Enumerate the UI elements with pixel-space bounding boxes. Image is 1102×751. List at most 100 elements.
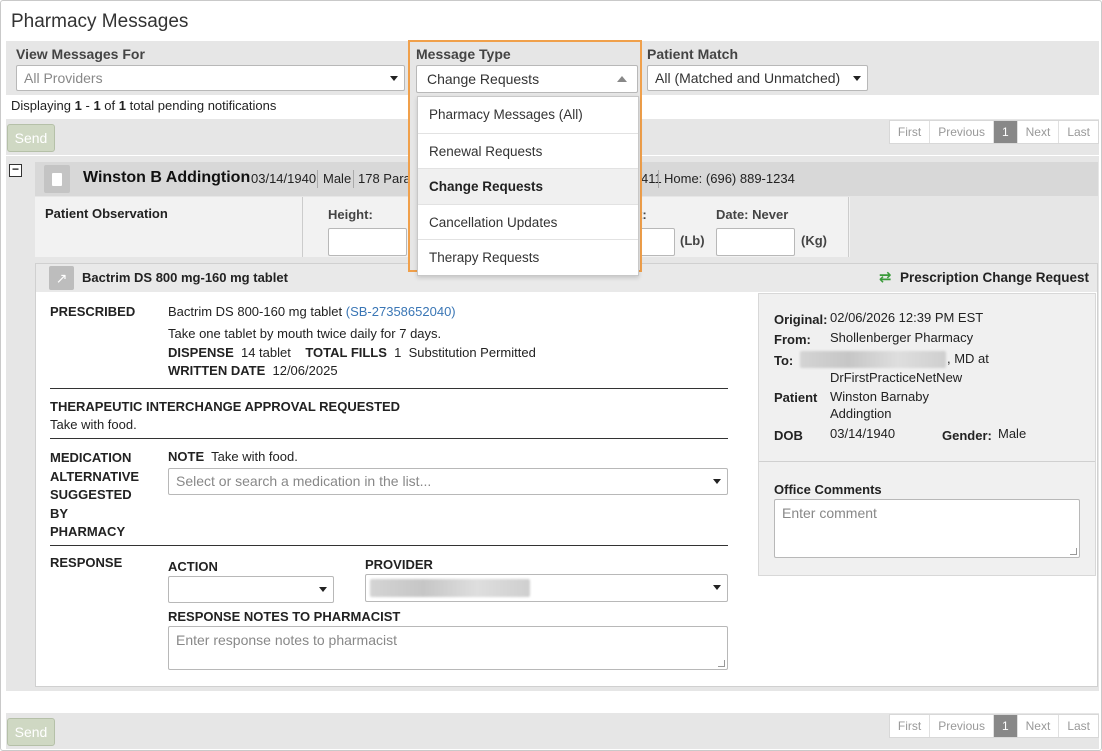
option-cancellation-updates[interactable]: Cancellation Updates — [418, 203, 638, 240]
observation-title: Patient Observation — [45, 206, 168, 221]
prescribed-drug: Bactrim DS 800-160 mg tablet — [168, 304, 343, 319]
kg-unit: (Kg) — [801, 233, 827, 248]
alt-label-line: SUGGESTED — [50, 487, 132, 502]
clipboard-icon — [44, 165, 70, 193]
app-window: Pharmacy Messages View Messages For All … — [0, 0, 1102, 751]
lb-unit: (Lb) — [680, 233, 705, 248]
pager-previous[interactable]: Previous — [929, 715, 993, 737]
from-value: Shollenberger Pharmacy — [830, 330, 974, 345]
divider — [50, 438, 728, 439]
resize-handle[interactable] — [718, 660, 725, 667]
written-line: WRITTEN DATE 12/06/2025 — [168, 363, 338, 378]
fills-label: TOTAL FILLS — [305, 345, 387, 360]
pager-last[interactable]: Last — [1058, 715, 1098, 737]
response-notes-textarea[interactable]: Enter response notes to pharmacist — [168, 626, 728, 670]
patient-label: Patient — [774, 390, 818, 405]
patient-dob: 03/14/1940 — [251, 171, 317, 186]
written-label: WRITTEN DATE — [168, 363, 266, 378]
chevron-down-icon — [390, 76, 398, 81]
patient-match-select[interactable]: All (Matched and Unmatched) — [647, 65, 868, 91]
prescribed-drug-line: Bactrim DS 800-160 mg tablet (SB-2735865… — [168, 304, 456, 319]
chevron-down-icon — [319, 587, 327, 592]
prescribed-label: PRESCRIBED — [50, 304, 136, 319]
option-renewal-requests[interactable]: Renewal Requests — [418, 132, 638, 169]
pager-next[interactable]: Next — [1016, 121, 1059, 143]
page-title: Pharmacy Messages — [11, 11, 189, 32]
pager-first[interactable]: First — [890, 715, 929, 737]
medication-search-select[interactable]: Select or search a medication in the lis… — [168, 468, 728, 495]
divider — [50, 388, 728, 389]
rx-title: Bactrim DS 800 mg-160 mg tablet — [82, 270, 288, 285]
comments-label: Office Comments — [774, 482, 882, 497]
interchange-note: Take with food. — [50, 417, 137, 432]
redacted-provider — [370, 579, 530, 597]
alt-label-line: PHARMACY — [50, 524, 126, 539]
note-value: Take with food. — [211, 449, 298, 464]
fills-value: 1 — [394, 345, 402, 360]
note-line: NOTE Take with food. — [168, 449, 298, 464]
chevron-down-icon — [853, 76, 861, 81]
alt-label: MEDICATION ALTERNATIVE SUGGESTED BY PHAR… — [50, 449, 139, 542]
patient-sex: Male — [323, 171, 352, 186]
resize-handle[interactable] — [1070, 548, 1077, 555]
action-label: ACTION — [168, 559, 218, 574]
pager-last[interactable]: Last — [1058, 121, 1098, 143]
send-button[interactable]: Send — [7, 718, 55, 746]
dob-label: DOB — [774, 428, 803, 443]
action-select[interactable] — [168, 576, 334, 603]
chevron-down-icon — [713, 585, 721, 590]
note-label: NOTE — [168, 449, 205, 464]
display-prefix: Displaying — [11, 98, 71, 113]
height-label: Height: — [328, 207, 373, 222]
substitution: Substitution Permitted — [408, 345, 536, 360]
pager-previous[interactable]: Previous — [929, 121, 993, 143]
medication-search-placeholder: Select or search a medication in the lis… — [176, 473, 432, 489]
display-from: 1 — [74, 98, 82, 113]
pager-top: First Previous 1 Next Last — [888, 120, 1099, 144]
view-for-select[interactable]: All Providers — [16, 65, 405, 91]
expand-icon[interactable]: ↗ — [49, 266, 74, 290]
pager-next[interactable]: Next — [1016, 715, 1059, 737]
interchange-label: THERAPEUTIC INTERCHANGE APPROVAL REQUEST… — [50, 399, 401, 414]
date-label: Date: Never — [716, 207, 789, 222]
message-type-label: Message Type — [416, 46, 511, 62]
alt-label-line: ALTERNATIVE — [50, 468, 140, 484]
patient-home-phone: Home: (696) 889-1234 — [664, 171, 795, 186]
option-therapy-requests[interactable]: Therapy Requests — [418, 239, 638, 275]
pager-first[interactable]: First — [890, 121, 929, 143]
option-pharmacy-messages-all[interactable]: Pharmacy Messages (All) — [418, 97, 638, 133]
to-suffix: , MD at — [947, 351, 989, 366]
send-button[interactable]: Send — [7, 124, 55, 152]
pager-page-1[interactable]: 1 — [992, 121, 1017, 143]
divider — [759, 461, 1095, 462]
view-for-value: All Providers — [24, 70, 103, 86]
response-notes-placeholder: Enter response notes to pharmacist — [176, 632, 398, 648]
collapse-icon[interactable]: − — [9, 163, 22, 177]
height-input[interactable] — [328, 228, 407, 256]
dispense-value: 14 tablet — [240, 345, 291, 360]
drug-code-link[interactable]: (SB-27358652040) — [346, 304, 456, 319]
redacted-recipient — [800, 351, 946, 368]
dispense-line: DISPENSE 14 tablet TOTAL FILLS 1 Substit… — [168, 345, 536, 360]
patient-name[interactable]: Winston B Addingtion — [83, 169, 250, 187]
alt-label-line: MEDICATION — [50, 450, 132, 465]
option-change-requests[interactable]: Change Requests — [418, 168, 638, 204]
message-type-dropdown: Message Type Change Requests Pharmacy Me… — [408, 40, 642, 276]
pager-page-1[interactable]: 1 — [992, 715, 1017, 737]
kg-input[interactable] — [716, 228, 795, 256]
message-type-select[interactable]: Change Requests — [416, 65, 638, 93]
provider-select[interactable] — [365, 574, 728, 602]
rx-request-type: Prescription Change Request — [900, 270, 1090, 285]
office-comments-placeholder: Enter comment — [782, 505, 877, 521]
patient-match-label: Patient Match — [647, 46, 739, 62]
patient-value-2: Addingtion — [830, 406, 892, 421]
alt-label-line: BY — [50, 505, 69, 521]
message-type-value: Change Requests — [427, 71, 540, 87]
sig: Take one tablet by mouth twice daily for… — [168, 326, 442, 341]
gender-label: Gender: — [942, 428, 992, 443]
dob-value: 03/14/1940 — [830, 426, 896, 441]
pager-bottom: First Previous 1 Next Last — [888, 714, 1099, 738]
office-comments-textarea[interactable]: Enter comment — [774, 499, 1080, 558]
display-suffix: total pending notifications — [129, 98, 277, 113]
display-of: of — [104, 98, 116, 113]
